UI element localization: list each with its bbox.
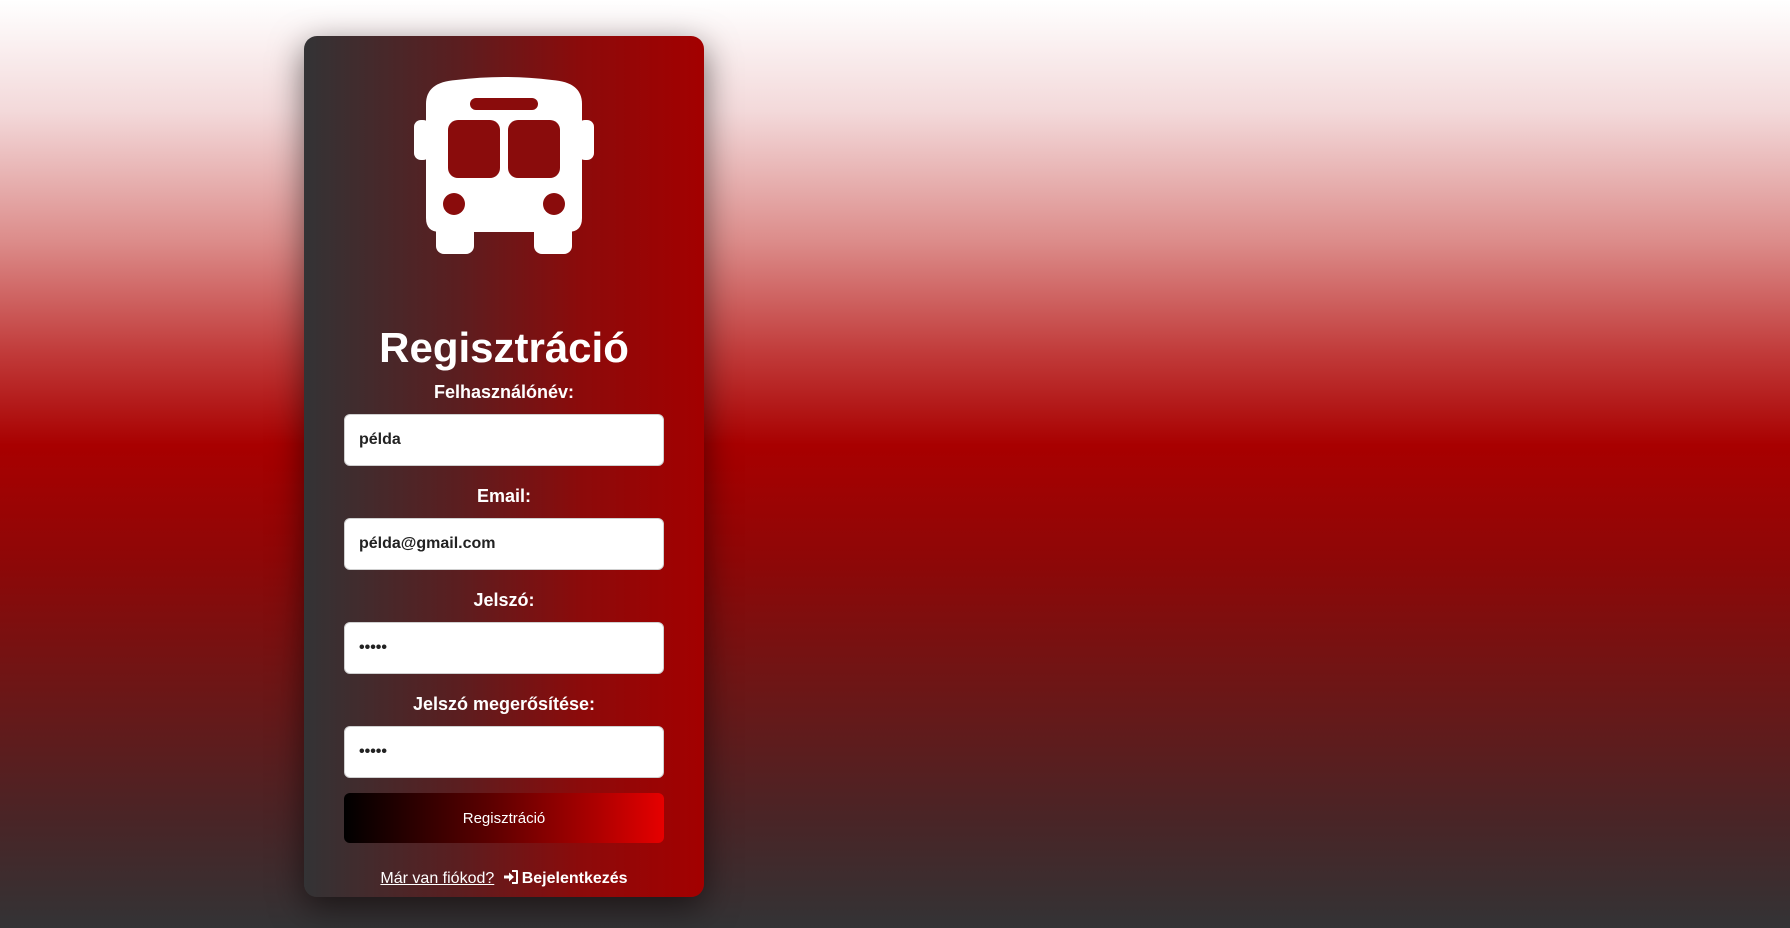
login-prompt: Már van fiókod? Bejelentkezés bbox=[304, 867, 704, 891]
email-field[interactable] bbox=[344, 518, 664, 570]
register-card: Regisztráció Felhasználónév: Email: Jels… bbox=[304, 36, 704, 897]
login-question-link[interactable]: Már van fiókod? bbox=[380, 870, 494, 887]
bus-icon bbox=[414, 77, 594, 254]
register-button[interactable]: Regisztráció bbox=[344, 793, 664, 843]
confirm-password-label: Jelszó megerősítése: bbox=[412, 694, 596, 714]
page-title: Regisztráció bbox=[379, 324, 629, 371]
email-label: Email: bbox=[476, 486, 532, 506]
username-field[interactable] bbox=[344, 414, 664, 466]
login-link-label: Bejelentkezés bbox=[521, 870, 628, 887]
login-link[interactable]: Bejelentkezés bbox=[503, 870, 628, 887]
password-label: Jelszó: bbox=[473, 590, 535, 610]
username-label: Felhasználónév: bbox=[433, 382, 575, 402]
confirm-password-field[interactable] bbox=[344, 726, 664, 778]
sign-in-icon bbox=[503, 870, 518, 884]
password-field[interactable] bbox=[344, 622, 664, 674]
